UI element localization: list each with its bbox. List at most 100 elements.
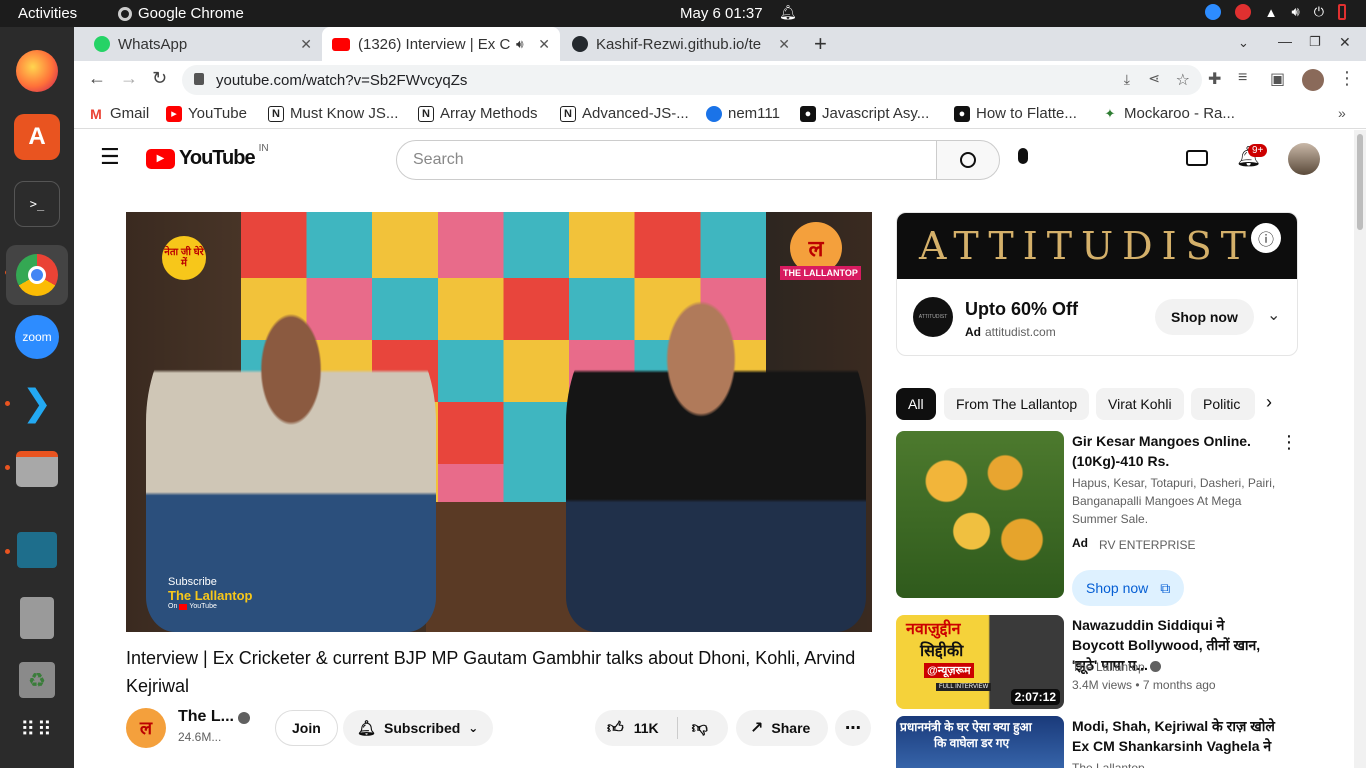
thumb-text: सिद्दीकी	[920, 643, 964, 660]
hamburger-menu-icon[interactable]: ☰	[100, 146, 120, 168]
system-tray[interactable]: ▲ 🔊︎ ⏻	[1204, 4, 1346, 20]
firefox-icon	[16, 50, 58, 92]
bookmark-mockaroo[interactable]: ✦ Mockaroo - Ra...	[1102, 105, 1235, 122]
chrome-launcher[interactable]	[6, 245, 68, 305]
microphone-icon[interactable]	[1018, 148, 1028, 164]
chip-all[interactable]: All	[896, 388, 936, 420]
rec-channel[interactable]: The Lallantop	[1072, 759, 1145, 768]
chip-label: All	[908, 396, 924, 412]
bookmarks-bar: M Gmail ▸ YouTube N Must Know JS... N Ar…	[74, 99, 1366, 129]
new-tab-icon[interactable]: +	[814, 31, 827, 57]
address-bar[interactable]: youtube.com/watch?v=Sb2FWvcyqZs ⤓ ⋖ ☆	[182, 65, 1202, 95]
chip-politics[interactable]: Politic	[1191, 388, 1255, 420]
firefox-launcher[interactable]	[14, 48, 60, 94]
more-vertical-icon[interactable]: ⋮	[1280, 432, 1298, 453]
more-bookmarks-icon[interactable]: »	[1338, 105, 1346, 121]
reload-icon[interactable]: ↻	[152, 68, 167, 89]
system-launcher[interactable]	[14, 595, 60, 641]
vaghela-thumbnail[interactable]: प्रधानमंत्री के घर ऐसा क्या हुआ कि वाघेल…	[896, 716, 1064, 768]
join-button[interactable]: Join	[275, 710, 338, 746]
close-icon[interactable]: ✕	[538, 36, 550, 53]
more-actions-button[interactable]: ⋯	[835, 710, 871, 746]
bookmark-gmail[interactable]: M Gmail	[88, 105, 149, 122]
chevron-right-icon[interactable]: ›	[1266, 392, 1272, 413]
share-button[interactable]: ↗ Share	[736, 710, 828, 746]
ad-card[interactable]: ATTITUDIST ⓘ ATTITUDIST Upto 60% Off Ad …	[896, 212, 1298, 356]
ad-shop-now-button[interactable]: Shop now	[1155, 299, 1254, 335]
speaker-icon[interactable]: 🔊︎	[516, 37, 524, 52]
share-icon[interactable]: ⋖	[1148, 70, 1160, 87]
lock-icon	[194, 73, 204, 85]
bookmark-array-methods[interactable]: N Array Methods	[418, 105, 538, 122]
close-icon[interactable]: ✕	[778, 36, 790, 53]
tab-github[interactable]: Kashif-Rezwi.github.io/te ✕	[562, 27, 800, 61]
clock[interactable]: May 6 01:37	[680, 5, 763, 22]
nawazuddin-thumbnail[interactable]: नवाज़ुद्दीन सिद्दीकी @न्यूज़रूम FULL INT…	[896, 615, 1064, 709]
rec-shop-now-button[interactable]: Shop now ⧉	[1072, 570, 1185, 606]
zoom-launcher[interactable]: zoom	[14, 314, 60, 360]
bookmark-label: Advanced-JS-...	[582, 105, 689, 122]
show-apps-button[interactable]: ⠿⠿	[14, 707, 60, 753]
show-badge: नेता जी घेरे में	[162, 236, 206, 280]
bookmark-nem111[interactable]: nem111	[706, 105, 780, 122]
minimize-icon[interactable]: —	[1278, 33, 1292, 49]
youtube-logo[interactable]: ▶ YouTube IN	[146, 143, 269, 170]
channel-avatar[interactable]: ल	[126, 708, 166, 748]
files-launcher[interactable]	[14, 446, 60, 492]
back-icon[interactable]: ←	[88, 68, 106, 89]
search-placeholder: Search	[413, 151, 464, 168]
star-icon[interactable]: ☆	[1176, 70, 1190, 90]
extensions-icon[interactable]: ✚	[1208, 69, 1221, 89]
video-player[interactable]: नेता जी घेरे में ल THE LALLANTOP Subscri…	[126, 212, 872, 632]
close-icon[interactable]: ✕	[300, 36, 312, 53]
tab-youtube[interactable]: (1326) Interview | Ex Cri 🔊︎ ✕	[322, 27, 560, 61]
chip-from-lallantop[interactable]: From The Lallantop	[944, 388, 1090, 420]
subscribed-label: Subscribed	[384, 720, 461, 736]
app-menu[interactable]: Google Chrome	[118, 5, 244, 22]
info-icon[interactable]: ⓘ	[1251, 223, 1281, 253]
close-window-icon[interactable]: ✕	[1339, 34, 1351, 51]
terminal-launcher[interactable]: >_	[14, 181, 60, 227]
install-icon[interactable]: ⤓	[1124, 71, 1130, 88]
bookmark-must-know-js[interactable]: N Must Know JS...	[268, 105, 398, 122]
rec-channel[interactable]: The Lallantop	[1072, 658, 1145, 676]
bookmark-javascript-async[interactable]: ● Javascript Asy...	[800, 105, 929, 122]
subscribed-button[interactable]: 🔔︎ Subscribed ⌄	[343, 710, 493, 746]
thumb-text: @न्यूज़रूम	[924, 663, 974, 678]
forward-icon[interactable]: →	[120, 68, 138, 89]
youtube-page: ☰ ▶ YouTube IN Search 🔔︎ 9+ नेता जी घेरे…	[74, 130, 1366, 768]
app-center-launcher[interactable]: A	[14, 114, 60, 160]
trash-launcher[interactable]: ♻	[14, 657, 60, 703]
search-button[interactable]	[936, 140, 1000, 180]
tab-whatsapp[interactable]: WhatsApp ✕	[84, 27, 322, 61]
create-video-icon[interactable]	[1186, 150, 1208, 166]
bell-icon[interactable]: 🔔︎	[779, 4, 797, 21]
subscribe-overlay[interactable]: Subscribe The Lallantop On YouTube	[168, 576, 253, 610]
tab-search-icon[interactable]: ⌄	[1238, 35, 1249, 51]
side-panel-icon[interactable]: ▣	[1270, 69, 1285, 89]
bookmark-youtube[interactable]: ▸ YouTube	[166, 105, 247, 122]
rec-title[interactable]: Gir Kesar Mangoes Online. (10Kg)-410 Rs.	[1072, 431, 1262, 471]
vscode-launcher[interactable]: ❯	[14, 380, 60, 426]
search-input[interactable]: Search	[396, 140, 937, 180]
mango-ad-thumbnail[interactable]	[896, 431, 1064, 598]
chip-virat-kohli[interactable]: Virat Kohli	[1096, 388, 1184, 420]
postman-launcher[interactable]	[14, 527, 60, 573]
account-avatar[interactable]	[1288, 143, 1320, 175]
profile-avatar[interactable]	[1302, 69, 1324, 91]
bookmark-advanced-js[interactable]: N Advanced-JS-...	[560, 105, 689, 122]
media-icon[interactable]: ≡	[1238, 69, 1247, 87]
chevron-down-icon[interactable]: ⌄	[1267, 305, 1280, 325]
scrollbar-thumb[interactable]	[1357, 134, 1363, 230]
activities-button[interactable]: Activities	[18, 5, 77, 22]
channel-name[interactable]: The L...	[178, 708, 234, 726]
thumbs-down-icon[interactable]: 👎︎	[692, 719, 708, 738]
grid-icon: ⠿⠿	[20, 719, 54, 741]
ad-label: Ad	[965, 325, 981, 339]
chip-label: Politic	[1203, 396, 1241, 412]
page-scrollbar[interactable]	[1354, 130, 1366, 768]
bookmark-how-to-flatten[interactable]: ● How to Flatte...	[954, 105, 1077, 122]
menu-icon[interactable]: ⋮	[1338, 68, 1356, 89]
maximize-icon[interactable]: ❐	[1309, 34, 1321, 50]
like-button[interactable]: 👍︎ 11K 👎︎	[595, 710, 728, 746]
